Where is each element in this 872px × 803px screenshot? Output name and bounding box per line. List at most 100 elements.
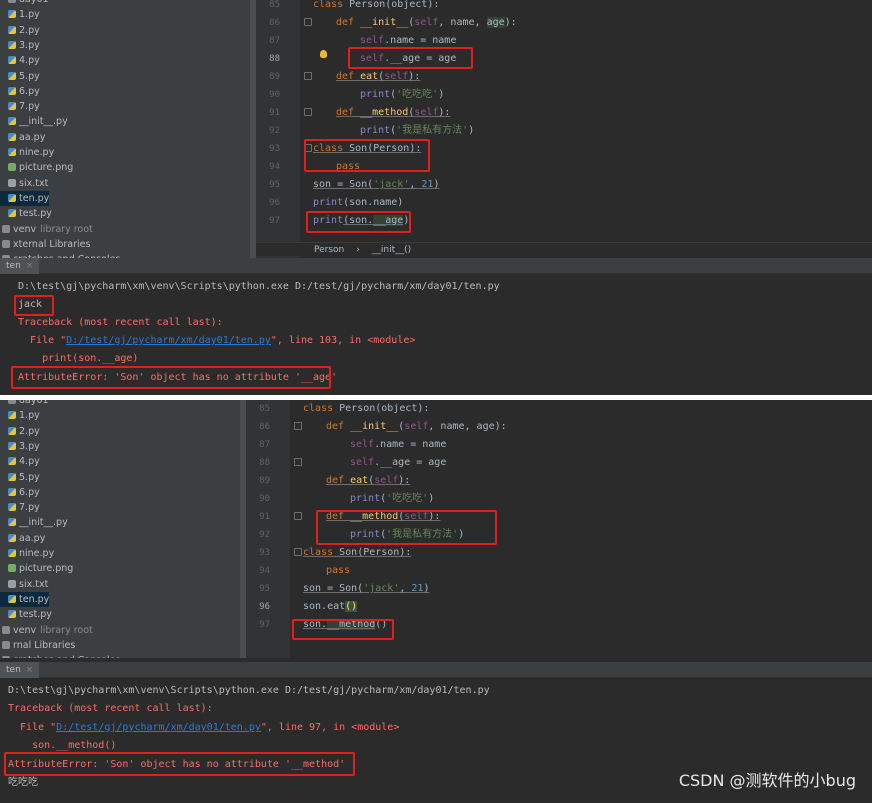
python-file-icon [8, 533, 16, 542]
tree-item[interactable]: aa.py [0, 130, 45, 145]
line-number: 86 [269, 18, 280, 28]
folder-icon [2, 224, 10, 233]
tree-item[interactable]: rnal Libraries [0, 638, 75, 653]
code-editor[interactable]: 85 86 87 88 89 90 91 92 93 94 95 96 97 class Person(… [246, 400, 872, 658]
tree-item[interactable]: test.py [0, 607, 52, 622]
folder-icon [2, 656, 10, 658]
code-line-91: def __method(self): [326, 511, 441, 522]
tree-item[interactable]: 4.py [0, 454, 40, 469]
code-line-92: print('我是私有方法') [360, 125, 475, 136]
tree-item-label: aa.py [19, 131, 46, 143]
tree-item[interactable]: nine.py [0, 145, 54, 160]
tree-item-label: picture.png [19, 563, 74, 575]
screenshot-bottom: day01 1.py 2.py 3.py 4.py 5.py 6.py 7.py __init_… [0, 400, 872, 803]
tree-item[interactable]: 5.py [0, 470, 40, 485]
screenshot-top: day01 1.py 2.py 3.py 4.py 5.py 6.py 7.py __init_… [0, 0, 872, 395]
tree-item[interactable]: 5.py [0, 69, 40, 84]
tree-item-label: xternal Libraries [13, 238, 91, 250]
tree-item[interactable]: cratches and Consoles [0, 653, 120, 658]
folder-icon [2, 239, 10, 248]
code-editor[interactable]: 85 86 87 88 89 90 91 92 93 94 95 96 97 class Person(… [256, 0, 872, 258]
line-number: 94 [259, 566, 270, 576]
tree-item[interactable]: __init__.py [0, 515, 68, 530]
fold-icon[interactable] [294, 422, 302, 430]
tree-item-label: ten.py [19, 192, 50, 204]
console-error: AttributeError: 'Son' object has no attr… [8, 759, 346, 770]
line-number: 87 [259, 440, 270, 450]
folder-icon [2, 640, 10, 649]
tree-item[interactable]: 7.py [0, 500, 40, 515]
console-traceback: Traceback (most recent call last): [18, 317, 223, 328]
run-tab-ten[interactable]: ten × [0, 662, 40, 678]
tree-item[interactable]: 4.py [0, 53, 40, 68]
fold-icon[interactable] [304, 72, 312, 80]
file-link[interactable]: D:/test/gj/pycharm/xm/day01/ten.py [56, 722, 261, 733]
tree-item[interactable]: 1.py [0, 7, 40, 22]
tree-item-label: 6.py [19, 85, 40, 97]
code-line-87: self.name = name [350, 439, 447, 450]
line-number: 90 [259, 494, 270, 504]
tree-item[interactable]: picture.png [0, 561, 73, 576]
tree-item-label: 4.py [19, 456, 40, 468]
run-console[interactable]: D:\test\gj\pycharm\xm\venv\Scripts\pytho… [0, 275, 872, 395]
fold-icon[interactable] [304, 144, 312, 152]
tree-item[interactable]: __init__.py [0, 114, 68, 129]
breadcrumb-item-method[interactable]: __init__() [372, 245, 411, 255]
tree-item[interactable]: 3.py [0, 439, 40, 454]
line-number: 96 [269, 198, 280, 208]
tree-item[interactable]: aa.py [0, 531, 45, 546]
tree-item[interactable]: test.py [0, 206, 52, 221]
tree-item-label: 3.py [19, 440, 40, 452]
fold-icon[interactable] [304, 108, 312, 116]
tree-item[interactable]: ten.py [0, 190, 50, 206]
tree-item[interactable]: six.txt [0, 577, 48, 592]
tree-item[interactable]: 2.py [0, 424, 40, 439]
python-file-icon [8, 117, 16, 126]
tree-item-label: 5.py [19, 471, 40, 483]
tree-item[interactable]: picture.png [0, 160, 73, 175]
python-file-icon [8, 102, 16, 111]
fold-icon[interactable] [294, 512, 302, 520]
tree-item[interactable]: venv library root [0, 622, 93, 638]
file-link[interactable]: D:/test/gj/pycharm/xm/day01/ten.py [66, 335, 271, 346]
tree-item[interactable]: 1.py [0, 408, 40, 423]
console-traceback: Traceback (most recent call last): [8, 703, 213, 714]
run-tab-ten[interactable]: ten × [0, 258, 40, 274]
tree-item-label: day01 [19, 0, 49, 5]
python-file-icon [8, 472, 16, 481]
tree-item[interactable]: day01 [0, 0, 49, 7]
lightbulb-icon[interactable] [320, 50, 327, 58]
tree-item[interactable]: 6.py [0, 84, 40, 99]
tree-item[interactable]: day01 [0, 400, 49, 408]
tree-item-label: __init__.py [19, 517, 68, 529]
fold-icon[interactable] [294, 548, 302, 556]
close-icon[interactable]: × [26, 665, 34, 675]
tree-item[interactable]: six.txt [0, 176, 48, 191]
tree-item-note: library root [40, 624, 93, 636]
line-number: 92 [259, 530, 270, 540]
tree-item[interactable]: 3.py [0, 38, 40, 53]
fold-icon[interactable] [304, 18, 312, 26]
tree-item-note: library root [40, 223, 93, 235]
python-file-icon [8, 457, 16, 466]
tree-item[interactable]: venv library root [0, 221, 93, 237]
tree-item[interactable]: ten.py [0, 591, 50, 607]
tree-item[interactable]: 7.py [0, 99, 40, 114]
run-tab-label: ten [6, 261, 21, 271]
close-icon[interactable]: × [26, 261, 34, 271]
code-line-91: def __method(self): [336, 107, 451, 118]
watermark: CSDN @测软件的小bug [678, 771, 856, 790]
fold-icon[interactable] [294, 458, 302, 466]
code-line-90: print('吃吃吃') [350, 493, 435, 504]
console-source: son.__method() [8, 740, 117, 751]
line-number: 93 [269, 144, 280, 154]
code-line-89: def eat(self): [326, 475, 411, 486]
tree-item[interactable]: xternal Libraries [0, 237, 90, 252]
tree-item[interactable]: nine.py [0, 546, 54, 561]
console-source: print(son.__age) [18, 353, 139, 364]
tree-item[interactable]: 2.py [0, 23, 40, 38]
breadcrumb-item-class[interactable]: Person [314, 245, 344, 255]
tree-item[interactable]: 6.py [0, 485, 40, 500]
code-line-94: pass [326, 565, 351, 576]
line-number: 88 [269, 54, 280, 64]
